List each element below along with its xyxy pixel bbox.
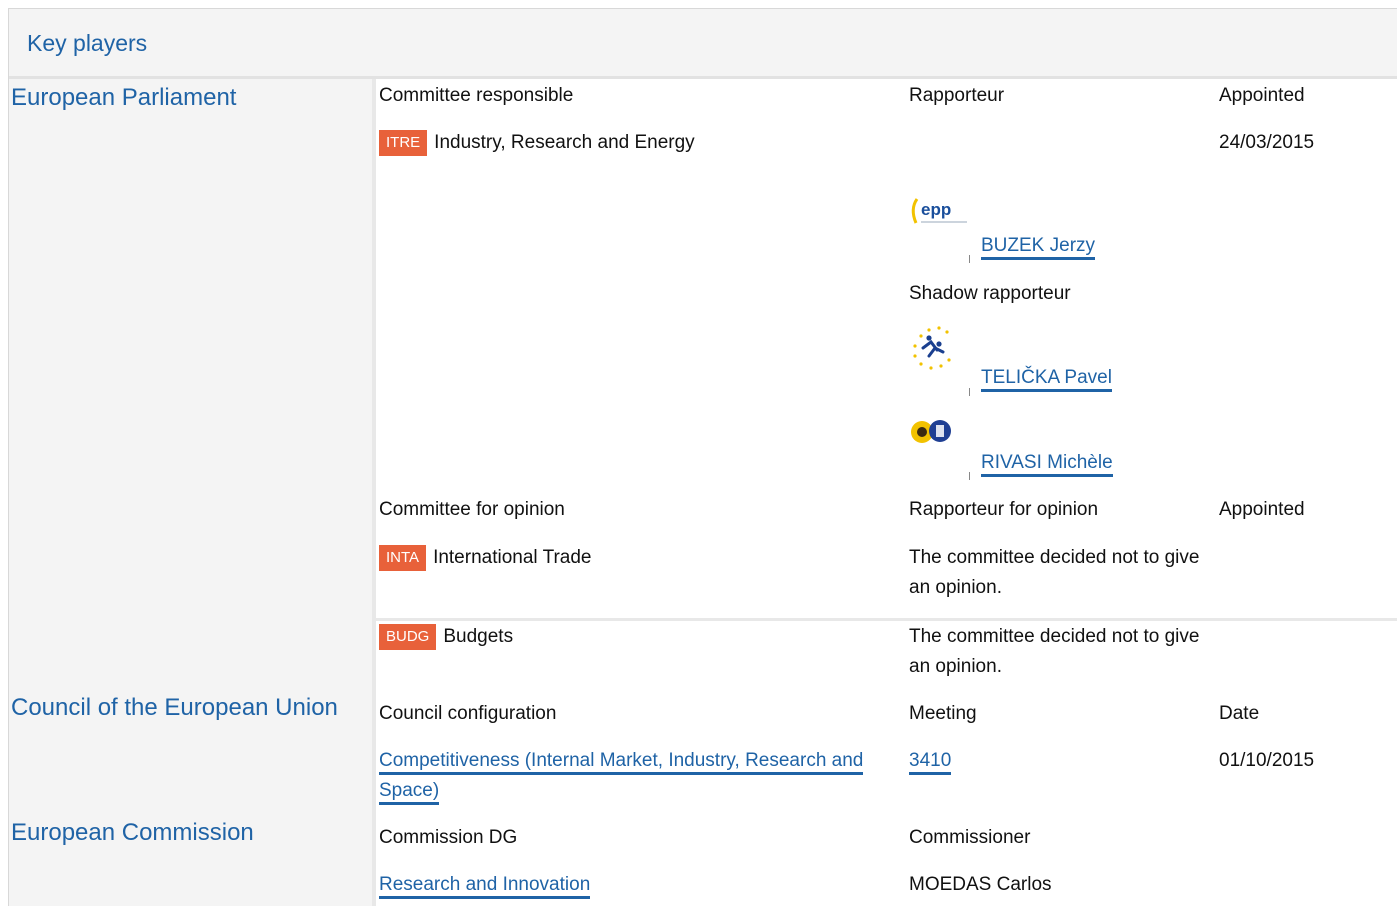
committee-badge[interactable]: BUDG (379, 623, 437, 650)
col-header-meeting: Meeting (909, 703, 977, 724)
section-label-council: Council of the European Union (11, 694, 338, 721)
opinion-committee-row: BUDG Budgets (379, 622, 513, 652)
greens-efa-group-logo-icon (911, 420, 951, 443)
council-configuration-entry: Competitiveness (Internal Market, Indust… (379, 746, 904, 806)
logo-divider (969, 388, 970, 396)
col-header-date: Date (1219, 703, 1260, 724)
panel-title: Key players (27, 30, 148, 56)
meeting-link[interactable]: 3410 (909, 750, 952, 775)
meeting-entry: 3410 (909, 746, 952, 776)
council-date: 01/10/2015 (1219, 750, 1315, 771)
committee-badge[interactable]: ITRE (379, 129, 428, 156)
committee-name: Industry, Research and Energy (434, 132, 695, 153)
committee-name: International Trade (433, 547, 592, 568)
shadow-rapporteur-link[interactable]: TELIČKA Pavel (981, 367, 1112, 392)
shadow-rapporteur-entry: TELIČKA Pavel (981, 363, 1112, 393)
rapporteur-entry: BUZEK Jerzy (981, 231, 1096, 261)
col-header-commission-dg: Commission DG (379, 827, 518, 848)
opinion-committee-row: INTA International Trade (379, 543, 592, 573)
logo-divider (969, 255, 970, 263)
col-header-council-configuration: Council configuration (379, 703, 557, 724)
opinion-decision: The committee decided not to give an opi… (909, 547, 1200, 598)
svg-text:epp: epp (921, 200, 951, 219)
section-label-commission: European Commission (11, 819, 254, 846)
col-header-commissioner: Commissioner (909, 827, 1031, 848)
logo-divider (969, 472, 970, 480)
shadow-rapporteur-label: Shadow rapporteur (909, 283, 1071, 304)
commissioner-name: MOEDAS Carlos (909, 874, 1052, 895)
col-header-opinion-appointed: Appointed (1219, 499, 1305, 520)
commission-dg-link[interactable]: Research and Innovation (379, 874, 591, 899)
alde-group-logo-icon (913, 326, 951, 370)
commission-dg-entry: Research and Innovation (379, 870, 591, 900)
council-configuration-link[interactable]: Competitiveness (Internal Market, Indust… (379, 750, 864, 805)
col-header-appointed: Appointed (1219, 85, 1305, 106)
col-header-committee-opinion: Committee for opinion (379, 499, 565, 520)
committee-badge[interactable]: INTA (379, 544, 427, 571)
col-header-committee-responsible: Committee responsible (379, 85, 574, 106)
row-divider (376, 618, 1397, 621)
shadow-rapporteur-link[interactable]: RIVASI Michèle (981, 452, 1113, 477)
committee-name: Budgets (443, 626, 514, 647)
col-header-rapporteur: Rapporteur (909, 85, 1005, 106)
col-header-rapporteur-opinion: Rapporteur for opinion (909, 499, 1099, 520)
panel-header: Key players (9, 9, 1397, 79)
appointed-date: 24/03/2015 (1219, 132, 1315, 153)
rapporteur-link[interactable]: BUZEK Jerzy (981, 235, 1096, 260)
section-label-parliament: European Parliament (11, 84, 237, 111)
shadow-rapporteur-entry: RIVASI Michèle (981, 448, 1113, 478)
players-content: Committee responsible Rapporteur Appoint… (372, 79, 1397, 906)
committee-responsible-row: ITRE Industry, Research and Energy (379, 128, 695, 158)
epp-group-logo-icon: epp (911, 198, 967, 224)
key-players-panel: Key players European Parliament Council … (8, 8, 1397, 906)
opinion-decision: The committee decided not to give an opi… (909, 626, 1200, 677)
